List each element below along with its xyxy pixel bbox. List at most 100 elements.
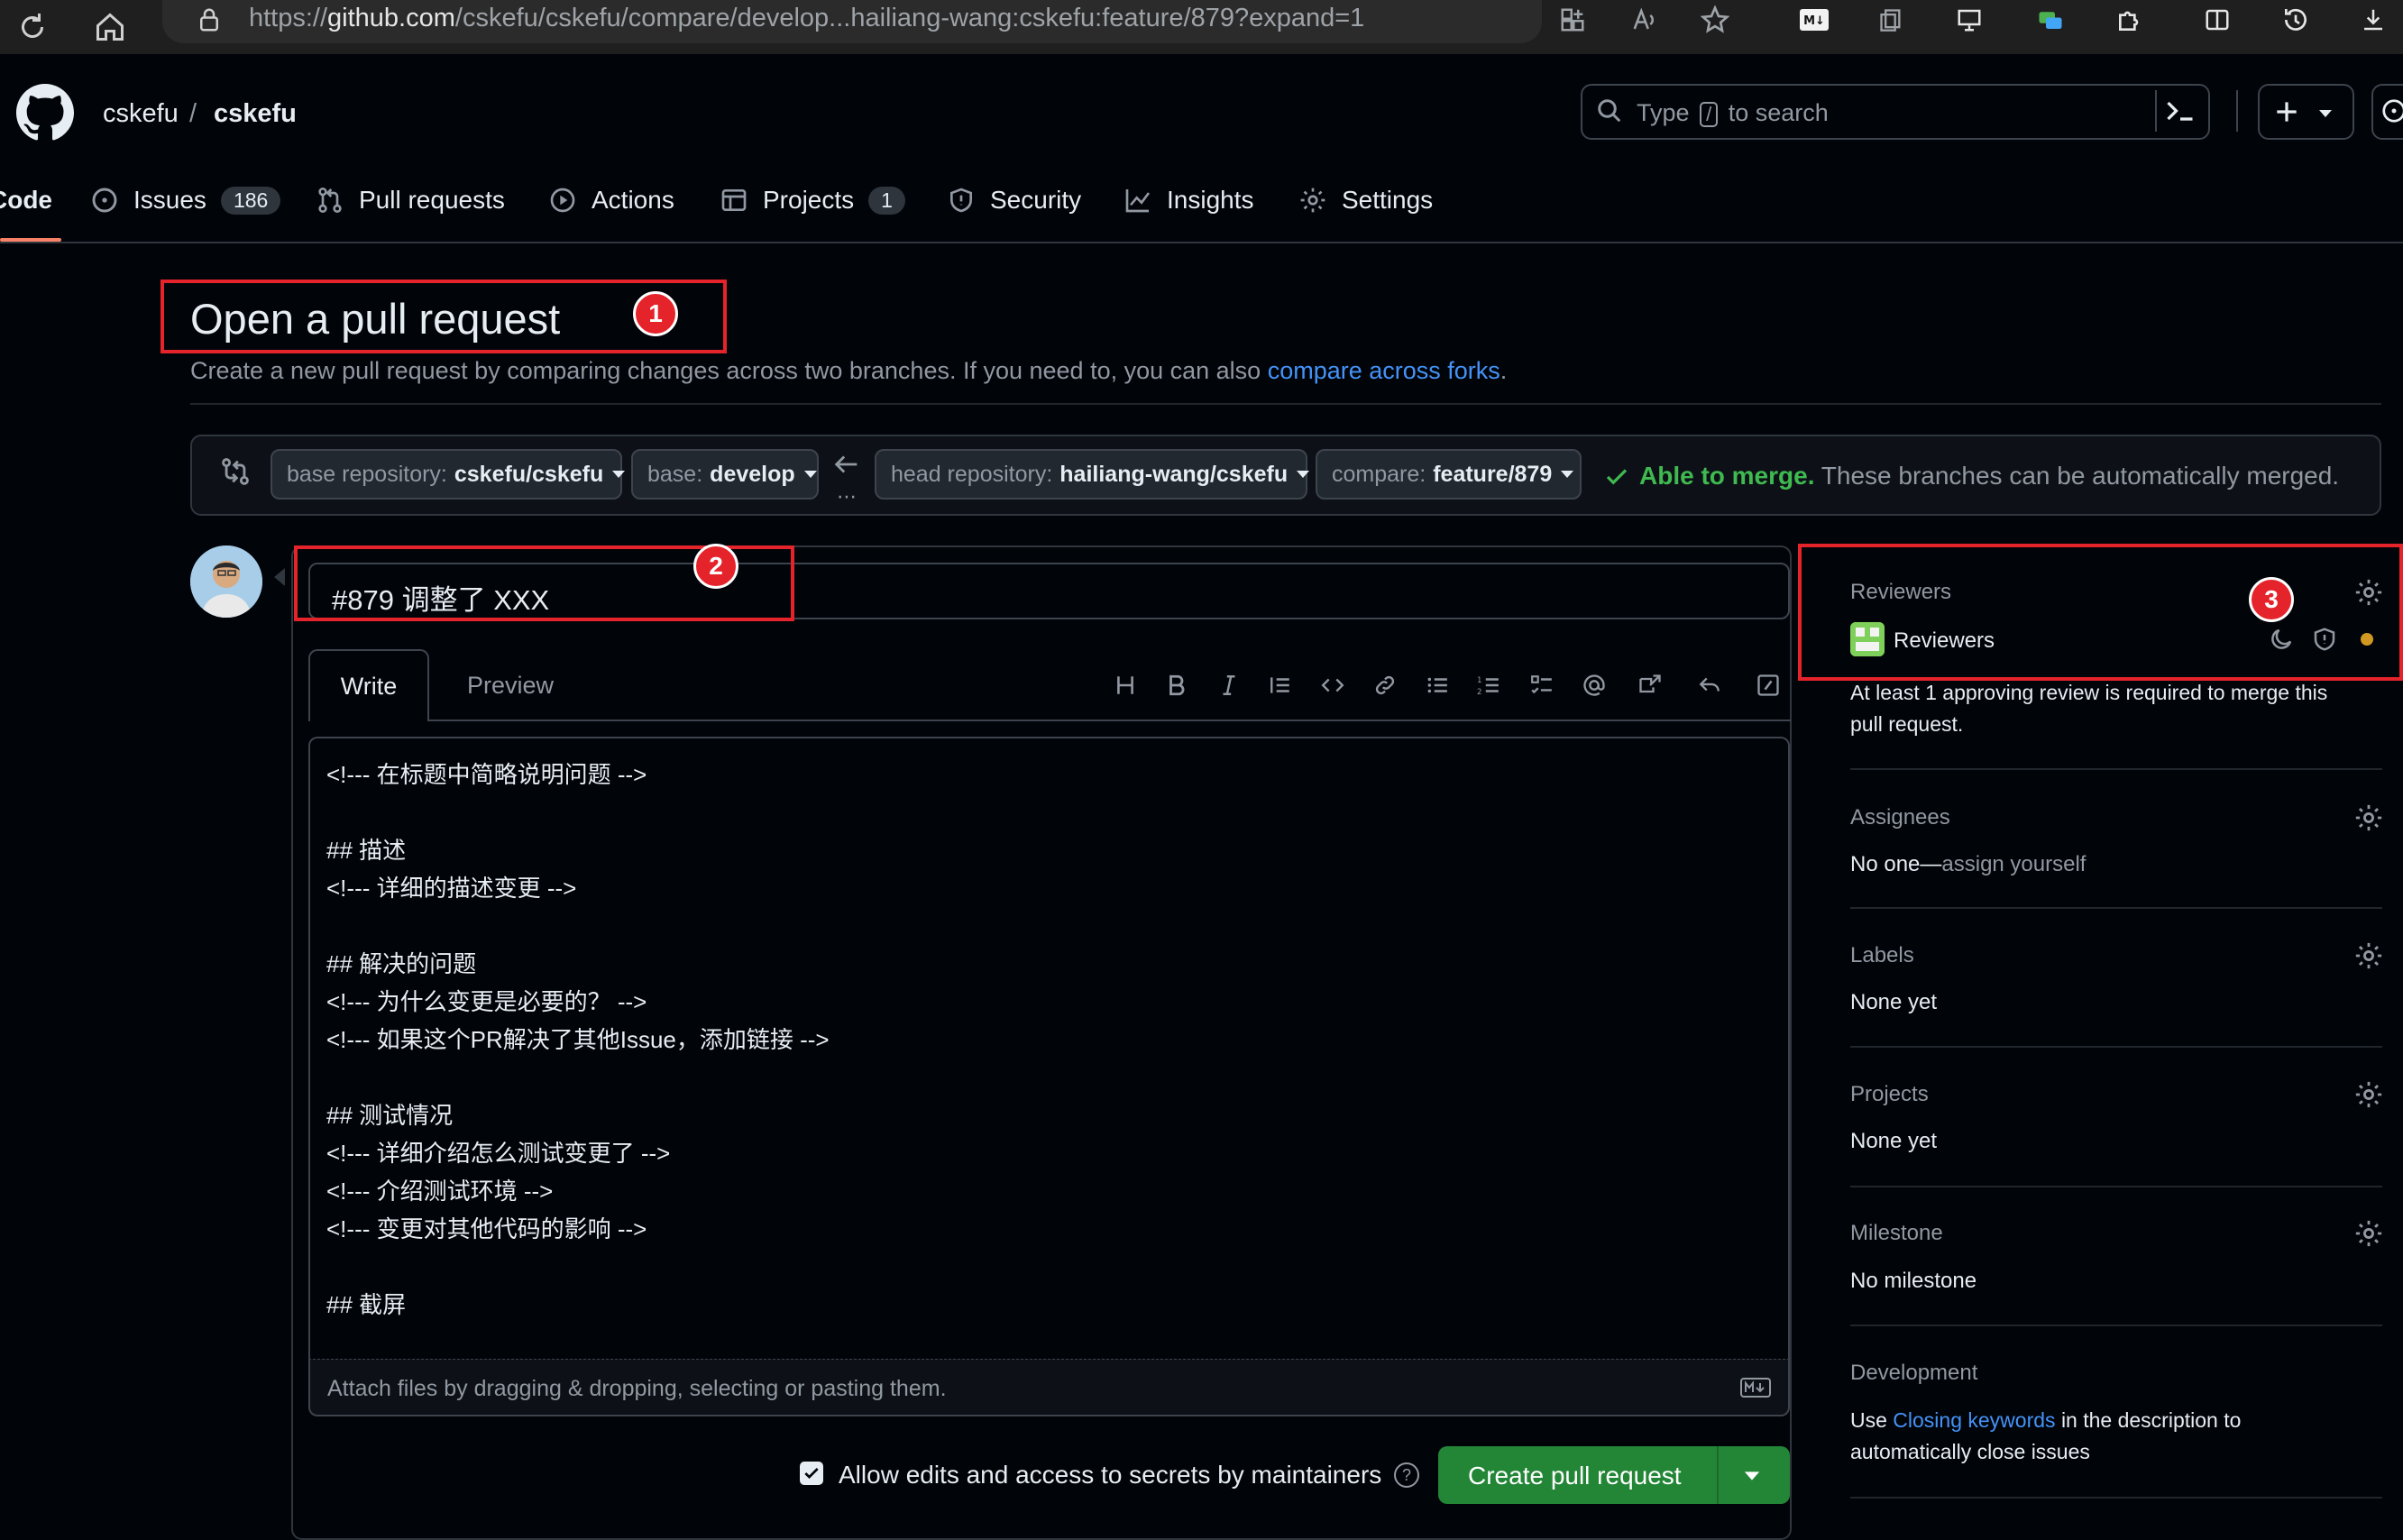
- header-divider: [2236, 90, 2238, 132]
- projects-gear-icon[interactable]: [2353, 1079, 2384, 1110]
- search-divider: [2155, 90, 2157, 132]
- italic-icon[interactable]: [1213, 669, 1245, 701]
- tab-security-label: Security: [990, 186, 1082, 214]
- tab-insights-label: Insights: [1167, 186, 1254, 214]
- reload-icon[interactable]: [13, 7, 52, 47]
- development-rest-text: in the description to: [2060, 1408, 2242, 1432]
- issue-circle-icon: [2380, 97, 2403, 124]
- assignees-gear-icon[interactable]: [2353, 802, 2384, 833]
- read-aloud-icon[interactable]: [1625, 0, 1665, 40]
- monitor-extension-icon[interactable]: [1949, 0, 1989, 40]
- reviewers-team-name[interactable]: Reviewers: [1894, 628, 1995, 654]
- compare-across-forks-link[interactable]: compare across forks: [1268, 357, 1500, 384]
- markdown-extension-icon[interactable]: M↓: [1794, 0, 1834, 40]
- split-screen-icon[interactable]: [2197, 0, 2237, 40]
- page-subtitle-text: Create a new pull request by comparing c…: [190, 357, 1261, 384]
- milestone-gear-icon[interactable]: [2353, 1218, 2384, 1249]
- tab-pull-requests[interactable]: Pull requests: [316, 182, 505, 218]
- command-palette-icon[interactable]: [2164, 97, 2197, 124]
- labels-gear-icon[interactable]: [2353, 940, 2384, 971]
- merge-status-text: These branches can be automatically merg…: [1821, 462, 2340, 490]
- url-text[interactable]: https://github.com/cskefu/cskefu/compare…: [249, 4, 1364, 33]
- tab-pull-requests-label: Pull requests: [359, 186, 505, 214]
- app-available-icon[interactable]: [1553, 0, 1592, 40]
- allow-edits-checkbox[interactable]: [800, 1462, 823, 1485]
- search-icon: [1596, 97, 1623, 124]
- mention-icon[interactable]: [1578, 669, 1610, 701]
- assignees-value: No one—assign yourself: [1850, 852, 2086, 877]
- reviewers-gear-icon[interactable]: [2353, 577, 2384, 608]
- sidebar-divider: [1850, 1046, 2382, 1048]
- chevron-down-icon: [612, 471, 626, 478]
- check-icon: [1603, 463, 1630, 490]
- base-repository-select[interactable]: base repository: cskefu/cskefu: [271, 449, 626, 500]
- tab-write[interactable]: Write: [308, 649, 429, 721]
- copy-extension-icon[interactable]: [1871, 0, 1911, 40]
- repo-owner-link[interactable]: cskefu: [103, 99, 179, 129]
- extensions-puzzle-icon[interactable]: [2110, 0, 2150, 40]
- pending-review-dot-icon: [2361, 633, 2373, 646]
- labels-value: None yet: [1850, 990, 1938, 1014]
- allow-edits-label: Allow edits and access to secrets by mai…: [839, 1461, 1382, 1489]
- tab-code[interactable]: Code: [0, 182, 52, 218]
- closing-keywords-link[interactable]: Closing keywords: [1893, 1408, 2055, 1432]
- compare-branch-select[interactable]: compare: feature/879: [1316, 449, 1582, 500]
- tab-insights[interactable]: Insights: [1124, 182, 1254, 218]
- lock-icon[interactable]: [189, 0, 229, 40]
- home-icon[interactable]: [90, 7, 130, 47]
- reply-icon[interactable]: [1693, 669, 1726, 701]
- tab-projects[interactable]: Projects 1: [720, 182, 905, 218]
- unordered-list-icon[interactable]: [1421, 669, 1454, 701]
- sidebar-divider: [1850, 1325, 2382, 1326]
- downloads-icon[interactable]: [2353, 0, 2393, 40]
- chevron-down-icon: [1744, 1471, 1760, 1480]
- tab-actions[interactable]: Actions: [548, 182, 674, 218]
- question-icon[interactable]: ?: [1394, 1462, 1419, 1488]
- link-icon[interactable]: [1369, 669, 1401, 701]
- compare-branch-label: compare:: [1332, 461, 1426, 487]
- projects-title: Projects: [1850, 1082, 1929, 1106]
- sidebar-divider: [1850, 1497, 2382, 1499]
- ordered-list-icon[interactable]: 12: [1472, 669, 1505, 701]
- avatar[interactable]: [190, 545, 262, 618]
- tab-settings[interactable]: Settings: [1298, 182, 1433, 218]
- page-subtitle-end: .: [1500, 357, 1508, 384]
- annotation-badge-2: 2: [693, 544, 738, 589]
- sidebar-divider: [1850, 907, 2382, 909]
- graph-icon: [1124, 186, 1152, 215]
- chevron-down-icon: [1561, 471, 1574, 478]
- tab-preview[interactable]: Preview: [467, 672, 554, 700]
- labels-title: Labels: [1850, 943, 1914, 967]
- chevron-down-icon: [1297, 471, 1310, 478]
- code-icon[interactable]: [1316, 669, 1349, 701]
- base-repository-label: base repository:: [287, 461, 447, 487]
- favorite-star-icon[interactable]: [1695, 0, 1735, 40]
- quote-icon[interactable]: [1264, 669, 1297, 701]
- slash-command-icon[interactable]: [1752, 669, 1784, 701]
- cross-reference-icon[interactable]: [1634, 669, 1666, 701]
- translate-extension-icon[interactable]: [2031, 0, 2070, 40]
- tab-security[interactable]: Security: [947, 182, 1081, 218]
- tab-issues[interactable]: Issues 186: [90, 182, 281, 218]
- head-repository-select[interactable]: head repository: hailiang-wang/cskefu: [875, 449, 1310, 500]
- tab-actions-label: Actions: [592, 186, 674, 214]
- repo-name-link[interactable]: cskefu: [214, 99, 297, 129]
- breadcrumb-separator: /: [189, 99, 197, 128]
- history-icon[interactable]: [2276, 0, 2316, 40]
- heading-icon[interactable]: [1109, 669, 1142, 701]
- assign-yourself-link[interactable]: assign yourself: [1941, 852, 2086, 876]
- annotation-badge-1: 1: [633, 291, 678, 336]
- base-branch-select[interactable]: base: develop: [631, 449, 819, 500]
- comment-pointer: [274, 568, 285, 586]
- pr-body-text: <!--- 在标题中简略说明问题 --> ## 描述 <!--- 详细的描述变更…: [326, 761, 830, 1318]
- create-pull-request-label: Create pull request: [1468, 1462, 1682, 1490]
- create-options-dropdown[interactable]: [1742, 1470, 1762, 1482]
- compare-branch-value: feature/879: [1433, 461, 1553, 487]
- task-list-icon[interactable]: [1526, 669, 1558, 701]
- plus-icon: [2272, 97, 2301, 126]
- svg-text:1: 1: [1477, 676, 1482, 685]
- git-compare-icon: [220, 456, 251, 487]
- github-logo-icon[interactable]: [16, 84, 74, 142]
- create-button-divider: [1717, 1446, 1719, 1504]
- bold-icon[interactable]: [1160, 669, 1193, 701]
